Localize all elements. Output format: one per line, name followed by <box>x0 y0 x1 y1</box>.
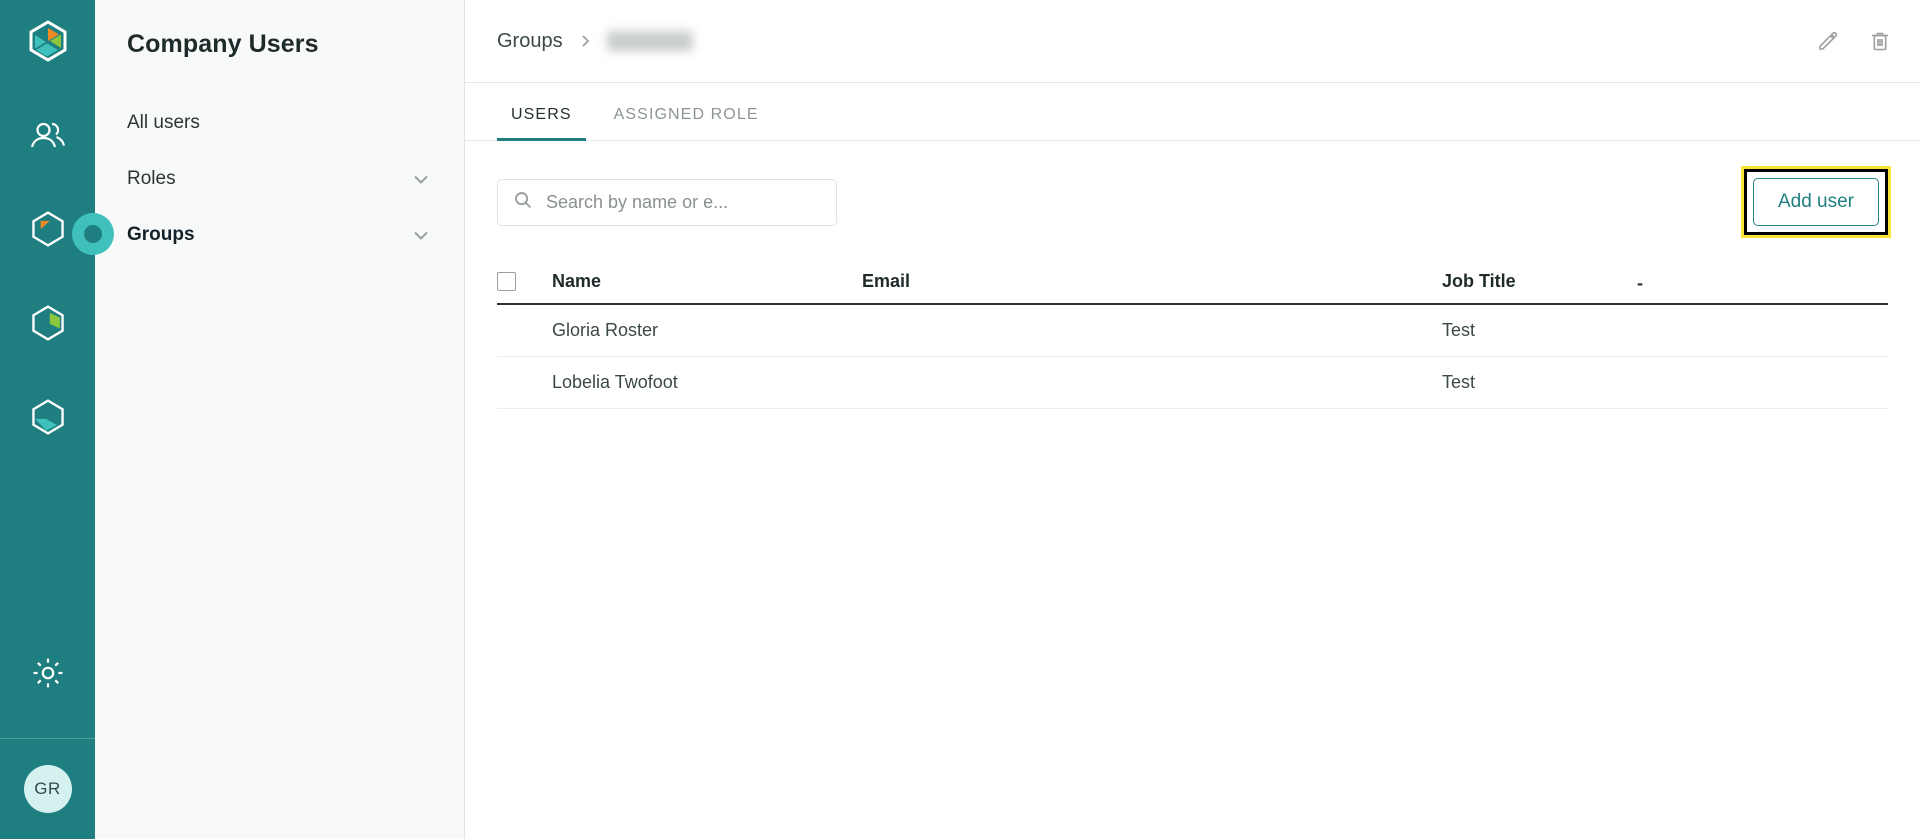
select-all-cell <box>497 271 552 291</box>
search-input[interactable] <box>546 191 821 213</box>
sort-indicator: - <box>1637 272 1643 293</box>
sidebar-item-label: Groups <box>127 224 195 245</box>
app-root: GR Company Users All users Roles Groups <box>0 0 1920 839</box>
avatar[interactable]: GR <box>23 765 72 813</box>
edit-pencil-icon[interactable] <box>1816 29 1840 53</box>
chevron-right-icon <box>577 33 593 49</box>
add-user-button[interactable]: Add user <box>1752 178 1879 226</box>
cube-logo[interactable] <box>25 18 71 64</box>
page-topbar: Groups <box>465 0 1920 83</box>
rail-icon-list <box>0 112 95 440</box>
chevron-down-icon[interactable] <box>410 168 432 190</box>
main-content: Groups USERS ASSIGNED ROLE Search by nam… <box>465 0 1920 839</box>
secondary-sidebar: Company Users All users Roles Groups <box>95 0 465 839</box>
chevron-down-icon[interactable] <box>410 224 432 246</box>
cube-green-icon[interactable] <box>25 300 71 346</box>
breadcrumb-current-redacted <box>606 31 693 51</box>
column-header-name[interactable]: Name <box>552 271 862 292</box>
search-icon <box>513 190 533 215</box>
column-header-job-title[interactable]: Job Title - <box>1442 270 1888 293</box>
sidebar-item-roles[interactable]: Roles <box>95 151 464 207</box>
sidebar-item-label: All users <box>127 112 200 133</box>
topbar-actions <box>1816 29 1892 53</box>
column-header-email[interactable]: Email <box>862 271 1442 292</box>
cell-name: Gloria Roster <box>552 320 659 340</box>
trash-delete-icon[interactable] <box>1868 29 1892 53</box>
users-icon[interactable] <box>25 112 71 158</box>
table-row[interactable]: Lobelia Twofoot Test <box>497 357 1888 409</box>
add-user-highlight: Add user <box>1740 166 1892 238</box>
cube-teal-icon[interactable] <box>25 394 71 440</box>
cell-name: Lobelia Twofoot <box>552 372 678 392</box>
users-table: Name Email Job Title - Gloria Roster Tes… <box>497 259 1888 409</box>
avatar-area: GR <box>0 739 95 839</box>
select-all-checkbox[interactable] <box>497 271 516 291</box>
search-box[interactable] <box>497 178 837 226</box>
sidebar-title: Company Users <box>127 30 319 58</box>
icon-rail: GR <box>0 0 114 839</box>
table-header-row: Name Email Job Title - <box>497 259 1888 305</box>
breadcrumb: Groups <box>497 30 693 53</box>
breadcrumb-root[interactable]: Groups <box>497 30 563 53</box>
cell-job-title: Test <box>1442 372 1476 392</box>
table-toolbar: Add user <box>465 141 1920 238</box>
gear-icon[interactable] <box>25 650 71 696</box>
cube-orange-icon[interactable] <box>25 206 71 252</box>
table-row[interactable]: Gloria Roster Test <box>497 305 1888 357</box>
column-header-job-title-label: Job Title <box>1442 270 1516 291</box>
tab-bar: USERS ASSIGNED ROLE <box>465 83 1920 141</box>
rail-bottom: GR <box>0 650 95 839</box>
tab-assigned-role[interactable]: ASSIGNED ROLE <box>600 106 773 141</box>
active-nav-indicator <box>72 213 114 255</box>
cell-job-title: Test <box>1442 320 1476 340</box>
sidebar-item-groups[interactable]: Groups <box>95 207 464 263</box>
sidebar-item-all-users[interactable]: All users <box>95 95 464 151</box>
sidebar-item-label: Roles <box>127 168 176 189</box>
tab-users[interactable]: USERS <box>497 106 586 141</box>
